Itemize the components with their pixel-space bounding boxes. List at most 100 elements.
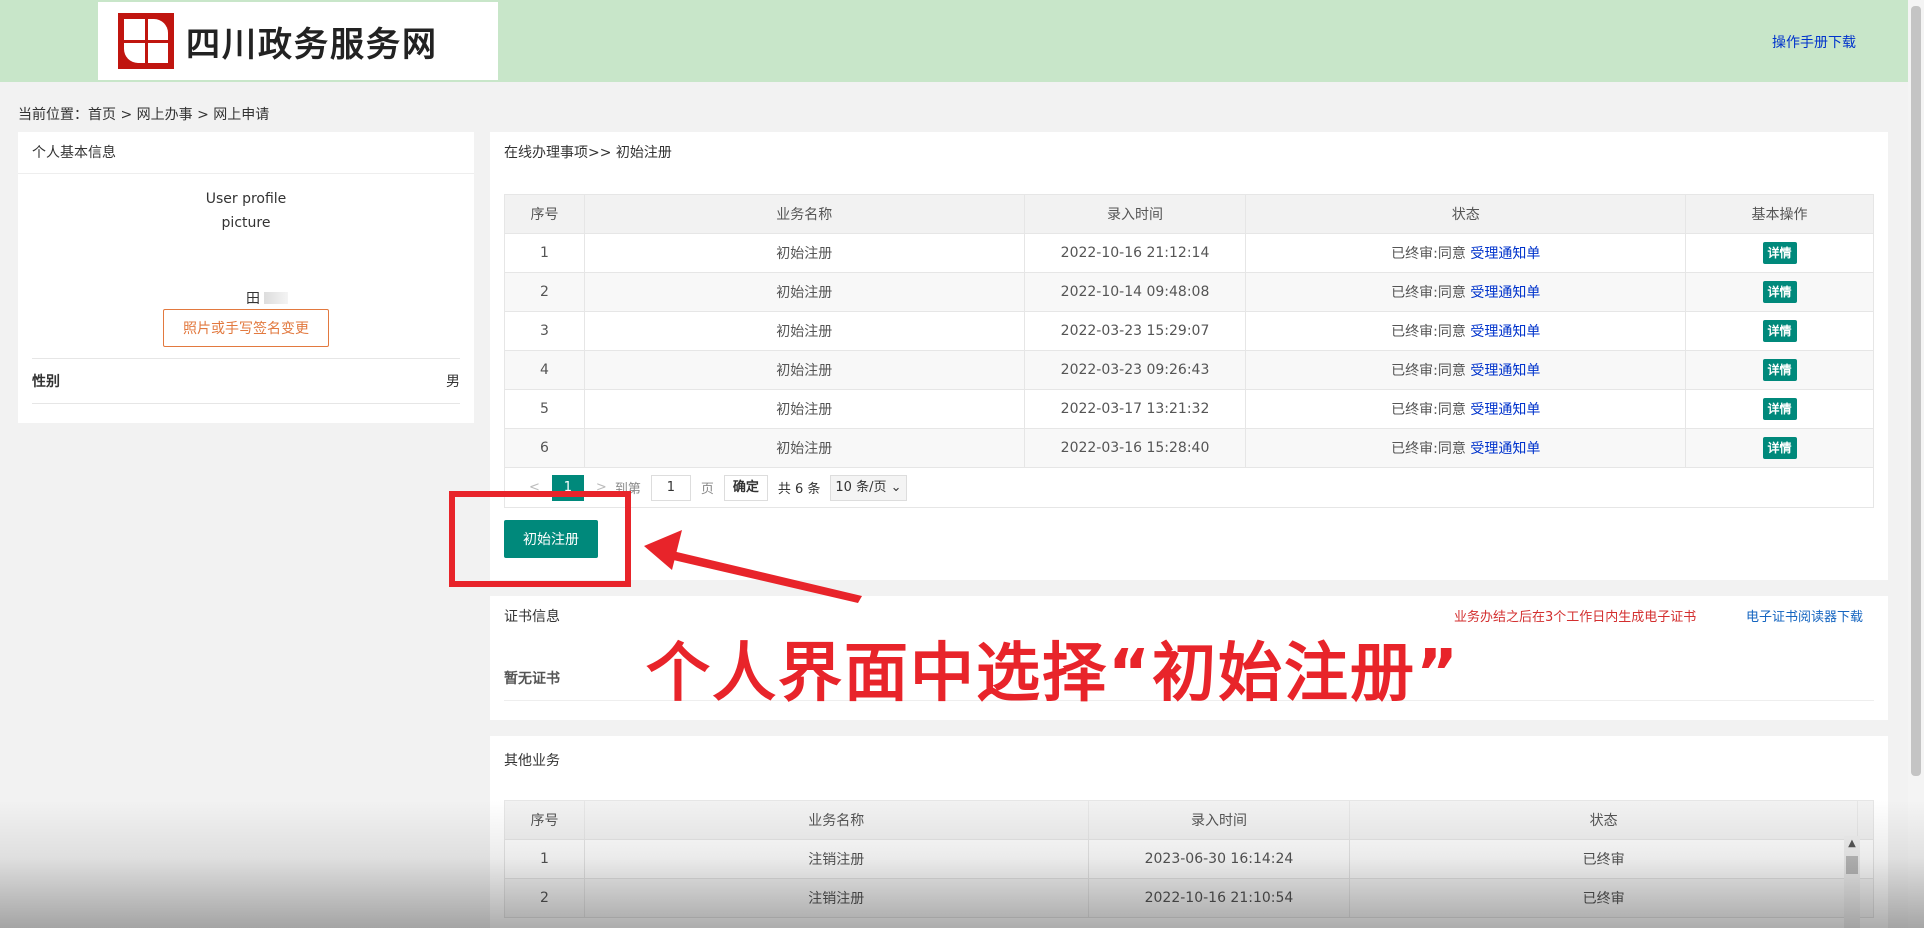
- row-actions: 详情: [1685, 272, 1874, 312]
- gender-value: 男: [446, 374, 460, 390]
- row-status: 已终审:同意 受理通知单: [1245, 233, 1687, 273]
- row-business-name: 初始注册: [583, 389, 1025, 429]
- column-header: 序号: [504, 194, 585, 234]
- profile-picture-alt-line1: User profile: [205, 191, 287, 207]
- row-status: 已终审:同意 受理通知单: [1245, 311, 1687, 351]
- row-status: 已终审:同意 受理通知单: [1245, 272, 1687, 312]
- row-business-name: 初始注册: [583, 428, 1025, 468]
- row-status: 已终审: [1349, 839, 1858, 879]
- table-row: 1 初始注册 2022-10-16 21:12:14 已终审:同意 受理通知单 …: [504, 233, 1874, 273]
- table-header-row: 序号 业务名称 录入时间 状态 基本操作: [504, 194, 1874, 234]
- page-scrollbar-thumb[interactable]: [1911, 6, 1921, 776]
- row-business-name: 初始注册: [583, 311, 1025, 351]
- breadcrumb: 当前位置：首页 > 网上办事 > 网上申请: [18, 107, 270, 123]
- column-header-spacer: [1856, 800, 1875, 840]
- row-entry-time: 2022-10-16 21:12:14: [1023, 233, 1247, 273]
- table-header-row: 序号 业务名称 录入时间 状态: [504, 800, 1875, 840]
- row-number: 4: [504, 350, 585, 390]
- profile-panel: 个人基本信息 User profile picture 田 照片或手写签名变更 …: [18, 132, 474, 423]
- page-number-input[interactable]: [650, 474, 691, 501]
- manual-download-link[interactable]: 操作手册下载: [1772, 32, 1856, 52]
- scroll-up-icon[interactable]: ▲: [1844, 836, 1860, 852]
- column-header: 业务名称: [583, 194, 1025, 234]
- row-actions: 详情: [1685, 350, 1874, 390]
- row-status: 已终审: [1349, 878, 1858, 918]
- row-actions: 详情: [1685, 311, 1874, 351]
- row-number: 2: [504, 878, 585, 918]
- column-header: 录入时间: [1023, 194, 1247, 234]
- row-number: 3: [504, 311, 585, 351]
- column-header: 业务名称: [583, 800, 1089, 840]
- row-actions: 详情: [1685, 428, 1874, 468]
- online-business-panel: 在线办理事项>> 初始注册 序号 业务名称 录入时间 状态 基本操作 1 初始注…: [490, 132, 1888, 580]
- acceptance-notice-link[interactable]: 受理通知单: [1470, 441, 1540, 457]
- profile-panel-title: 个人基本信息: [18, 132, 474, 174]
- pagination: < 1 > 到第 页 确定 共 6 条 10 条/页 ⌄: [504, 468, 1874, 508]
- confirm-page-button[interactable]: 确定: [723, 474, 768, 501]
- column-header: 录入时间: [1087, 800, 1351, 840]
- total-count: 共 6 条: [777, 482, 821, 497]
- profile-picture: User profile picture: [18, 187, 474, 235]
- page-scrollbar[interactable]: [1908, 0, 1924, 928]
- acceptance-notice-link[interactable]: 受理通知单: [1470, 285, 1540, 301]
- row-entry-time: 2022-03-17 13:21:32: [1023, 389, 1247, 429]
- acceptance-notice-link[interactable]: 受理通知单: [1470, 246, 1540, 262]
- chevron-down-icon: ⌄: [890, 479, 902, 495]
- row-status: 已终审:同意 受理通知单: [1245, 389, 1687, 429]
- row-entry-time: 2022-10-14 09:48:08: [1023, 272, 1247, 312]
- column-header: 状态: [1245, 194, 1687, 234]
- status-text: 已终审:同意: [1391, 363, 1466, 379]
- detail-button[interactable]: 详情: [1762, 398, 1797, 420]
- annotation-caption: 个人界面中选择“初始注册”: [646, 637, 1461, 711]
- row-actions: 详情: [1685, 389, 1874, 429]
- page-size-value: 10 条/页: [835, 479, 887, 495]
- column-header: 序号: [504, 800, 585, 840]
- status-text: 已终审:同意: [1391, 285, 1466, 301]
- row-status: 已终审:同意 受理通知单: [1245, 428, 1687, 468]
- top-header: 四川政务服务网 操作手册下载: [0, 0, 1908, 82]
- status-text: 已终审:同意: [1391, 402, 1466, 418]
- detail-button[interactable]: 详情: [1762, 320, 1797, 342]
- online-business-table: 序号 业务名称 录入时间 状态 基本操作 1 初始注册 2022-10-16 2…: [504, 194, 1874, 468]
- status-text: 已终审:同意: [1391, 324, 1466, 340]
- acceptance-notice-link[interactable]: 受理通知单: [1470, 363, 1540, 379]
- gender-row: 性别 男: [32, 358, 460, 404]
- table-row: 2 注销注册 2022-10-16 21:10:54 已终审: [504, 878, 1875, 918]
- page-size-select[interactable]: 10 条/页 ⌄: [830, 474, 907, 501]
- site-logo[interactable]: 四川政务服务网: [98, 2, 498, 80]
- gender-label: 性别: [32, 374, 60, 390]
- row-number: 1: [504, 839, 585, 879]
- row-actions: 详情: [1685, 233, 1874, 273]
- table-scrollbar[interactable]: ▲: [1844, 836, 1860, 928]
- acceptance-notice-link[interactable]: 受理通知单: [1470, 402, 1540, 418]
- table-row: 6 初始注册 2022-03-16 15:28:40 已终审:同意 受理通知单 …: [504, 428, 1874, 468]
- row-entry-time: 2022-03-23 09:26:43: [1023, 350, 1247, 390]
- site-name: 四川政务服务网: [186, 24, 438, 65]
- detail-button[interactable]: 详情: [1762, 242, 1797, 264]
- detail-button[interactable]: 详情: [1762, 437, 1797, 459]
- seal-icon: [118, 13, 174, 69]
- change-signature-button[interactable]: 照片或手写签名变更: [163, 309, 329, 347]
- row-entry-time: 2022-10-16 21:10:54: [1087, 878, 1351, 918]
- profile-picture-alt-line2: picture: [221, 215, 271, 231]
- table-row: 4 初始注册 2022-03-23 09:26:43 已终审:同意 受理通知单 …: [504, 350, 1874, 390]
- column-header: 状态: [1349, 800, 1858, 840]
- table-row: 1 注销注册 2023-06-30 16:14:24 已终审: [504, 839, 1875, 879]
- acceptance-notice-link[interactable]: 受理通知单: [1470, 324, 1540, 340]
- table-row: 2 初始注册 2022-10-14 09:48:08 已终审:同意 受理通知单 …: [504, 272, 1874, 312]
- column-header: 基本操作: [1685, 194, 1874, 234]
- status-text: 已终审:同意: [1391, 441, 1466, 457]
- online-business-title: 在线办理事项>> 初始注册: [504, 145, 672, 161]
- certificate-reader-download-link[interactable]: 电子证书阅读器下载: [1746, 606, 1863, 625]
- row-number: 5: [504, 389, 585, 429]
- scrollbar-thumb[interactable]: [1846, 856, 1858, 874]
- status-text: 已终审:同意: [1391, 246, 1466, 262]
- table-row: 5 初始注册 2022-03-17 13:21:32 已终审:同意 受理通知单 …: [504, 389, 1874, 429]
- no-certificate-text: 暂无证书: [504, 671, 560, 687]
- row-business-name: 初始注册: [583, 272, 1025, 312]
- row-number: 6: [504, 428, 585, 468]
- detail-button[interactable]: 详情: [1762, 281, 1797, 303]
- row-entry-time: 2022-03-23 15:29:07: [1023, 311, 1247, 351]
- row-business-name: 注销注册: [583, 839, 1089, 879]
- detail-button[interactable]: 详情: [1762, 359, 1797, 381]
